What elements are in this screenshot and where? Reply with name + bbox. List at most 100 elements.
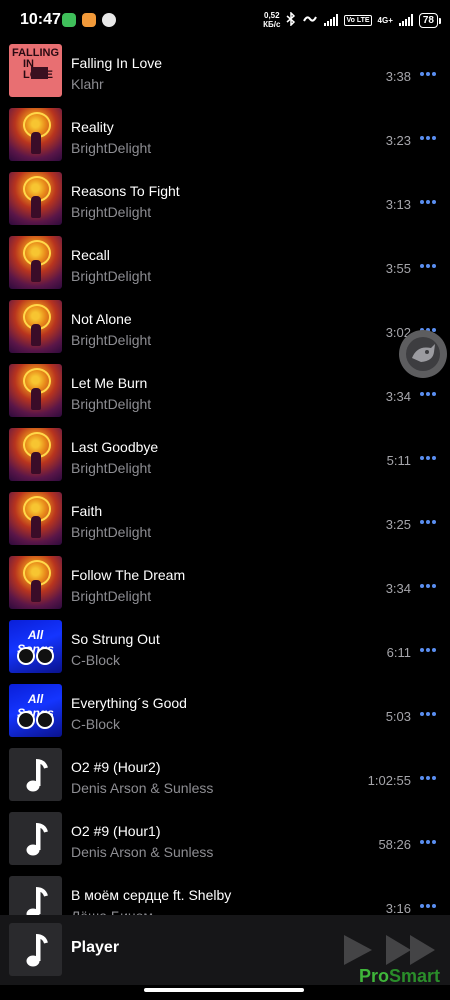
track-artist: BrightDelight [71, 268, 152, 284]
track-artist: Denis Arson & Sunless [71, 780, 214, 796]
more-options-icon[interactable] [418, 129, 438, 145]
track-title: Falling In Love [71, 55, 163, 71]
brightdelight-cover [9, 492, 62, 545]
track-artist: BrightDelight [71, 332, 152, 348]
track-row[interactable]: Reasons To Fight BrightDelight 3:13 [0, 172, 450, 236]
track-duration: 3:13 [385, 197, 411, 212]
track-row[interactable]: Reality BrightDelight 3:23 [0, 108, 450, 172]
falling-in-love-cover: FALLINGIN LOVE [9, 44, 62, 97]
track-row[interactable]: O2 #9 (Hour2) Denis Arson & Sunless 1:02:5… [0, 748, 450, 812]
music-note-icon [26, 934, 48, 967]
signal-strength-2-icon [398, 14, 413, 26]
track-row[interactable]: Recall BrightDelight 3:55 [0, 236, 450, 300]
more-options-icon[interactable] [418, 577, 438, 593]
track-duration: 3:23 [385, 133, 411, 148]
track-title: Reality [71, 119, 114, 135]
brightdelight-cover [9, 108, 62, 161]
track-title: Reasons To Fight [71, 183, 180, 199]
track-artist: Лёша Бином [71, 908, 153, 915]
assistant-bubble-icon[interactable] [399, 330, 447, 378]
track-row[interactable]: FALLINGIN LOVE Falling In Love Klahr 3:38 [0, 44, 450, 108]
track-title: Let Me Burn [71, 375, 148, 391]
play-icon [344, 935, 372, 965]
track-artist: C-Block [71, 716, 121, 732]
all-songs-cover: All Songs [9, 620, 62, 673]
music-note-icon [26, 823, 48, 856]
all-songs-cover: All Songs [9, 684, 62, 737]
watermark: ProSmart [358, 966, 440, 986]
track-duration: 3:38 [385, 69, 411, 84]
track-row[interactable]: All Songs Everything´s Good C-Block 5:03 [0, 684, 450, 748]
player-label: Player [71, 939, 120, 956]
play-button[interactable] [340, 933, 374, 967]
track-title: Last Goodbye [71, 439, 159, 455]
track-title: Faith [71, 503, 103, 519]
brightdelight-cover [9, 172, 62, 225]
track-row[interactable]: Faith BrightDelight 3:25 [0, 492, 450, 556]
more-options-icon[interactable] [418, 385, 438, 401]
track-title: В моём сердце ft. Shelby [71, 887, 232, 903]
track-artist: BrightDelight [71, 204, 152, 220]
track-row[interactable]: В моём сердце ft. Shelby Лёша Бином 3:16 [0, 876, 450, 915]
track-artist: C-Block [71, 652, 121, 668]
track-title: So Strung Out [71, 631, 160, 647]
track-title: Follow The Dream [71, 567, 186, 583]
track-row[interactable]: Follow The Dream BrightDelight 3:34 [0, 556, 450, 620]
track-row[interactable]: Not Alone BrightDelight 3:02 [0, 300, 450, 364]
track-duration: 6:11 [386, 645, 411, 660]
track-duration: 1:02:55 [367, 773, 411, 788]
track-duration: 5:11 [386, 453, 411, 468]
brightdelight-cover [9, 300, 62, 353]
track-duration: 5:03 [385, 709, 411, 724]
track-duration: 3:16 [385, 901, 411, 915]
messages-app-icon [62, 13, 76, 27]
more-options-icon[interactable] [418, 897, 438, 913]
player-cover [9, 923, 62, 976]
music-note-icon [26, 759, 48, 792]
track-duration: 3:34 [385, 581, 411, 596]
placeholder-cover [9, 748, 62, 801]
more-options-icon[interactable] [418, 513, 438, 529]
track-title: O2 #9 (Hour2) [71, 759, 161, 775]
track-duration: 58:26 [378, 837, 411, 852]
brightdelight-cover [9, 556, 62, 609]
hotspot-icon [302, 13, 318, 28]
more-options-icon[interactable] [418, 705, 438, 721]
status-bar: 10:47 0,52 КБ/с Vo LTE 4G+ 78 [0, 0, 450, 40]
track-title: Recall [71, 247, 110, 263]
more-options-icon[interactable] [418, 65, 438, 81]
notes-app-icon [82, 13, 96, 27]
more-options-icon[interactable] [418, 833, 438, 849]
track-artist: Klahr [71, 76, 104, 92]
track-artist: BrightDelight [71, 588, 152, 604]
browser-app-icon [102, 13, 116, 27]
track-artist: BrightDelight [71, 460, 152, 476]
volte-badge: Vo LTE [344, 14, 372, 26]
signal-strength-icon [324, 14, 339, 26]
more-options-icon[interactable] [418, 257, 438, 273]
track-row[interactable]: Let Me Burn BrightDelight 3:34 [0, 364, 450, 428]
more-options-icon[interactable] [418, 193, 438, 209]
track-list[interactable]: FALLINGIN LOVE Falling In Love Klahr 3:38 Re… [0, 40, 450, 915]
brightdelight-cover [9, 236, 62, 289]
placeholder-cover [9, 812, 62, 865]
track-row[interactable]: O2 #9 (Hour1) Denis Arson & Sunless 58:26 [0, 812, 450, 876]
track-duration: 3:25 [385, 517, 411, 532]
track-row[interactable]: Last Goodbye BrightDelight 5:11 [0, 428, 450, 492]
skip-next-icon [386, 935, 435, 965]
placeholder-cover [9, 876, 62, 915]
more-options-icon[interactable] [418, 449, 438, 465]
battery-indicator: 78 [418, 12, 442, 28]
network-type: 4G+ [377, 15, 393, 25]
track-title: Everything´s Good [71, 695, 187, 711]
track-artist: BrightDelight [71, 524, 152, 540]
home-indicator[interactable] [144, 988, 304, 992]
skip-next-button[interactable] [384, 933, 440, 967]
track-artist: BrightDelight [71, 396, 152, 412]
more-options-icon[interactable] [418, 641, 438, 657]
more-options-icon[interactable] [418, 769, 438, 785]
track-title: Not Alone [71, 311, 132, 327]
track-duration: 3:34 [385, 389, 411, 404]
track-row[interactable]: All Songs So Strung Out C-Block 6:11 [0, 620, 450, 684]
track-artist: BrightDelight [71, 140, 152, 156]
